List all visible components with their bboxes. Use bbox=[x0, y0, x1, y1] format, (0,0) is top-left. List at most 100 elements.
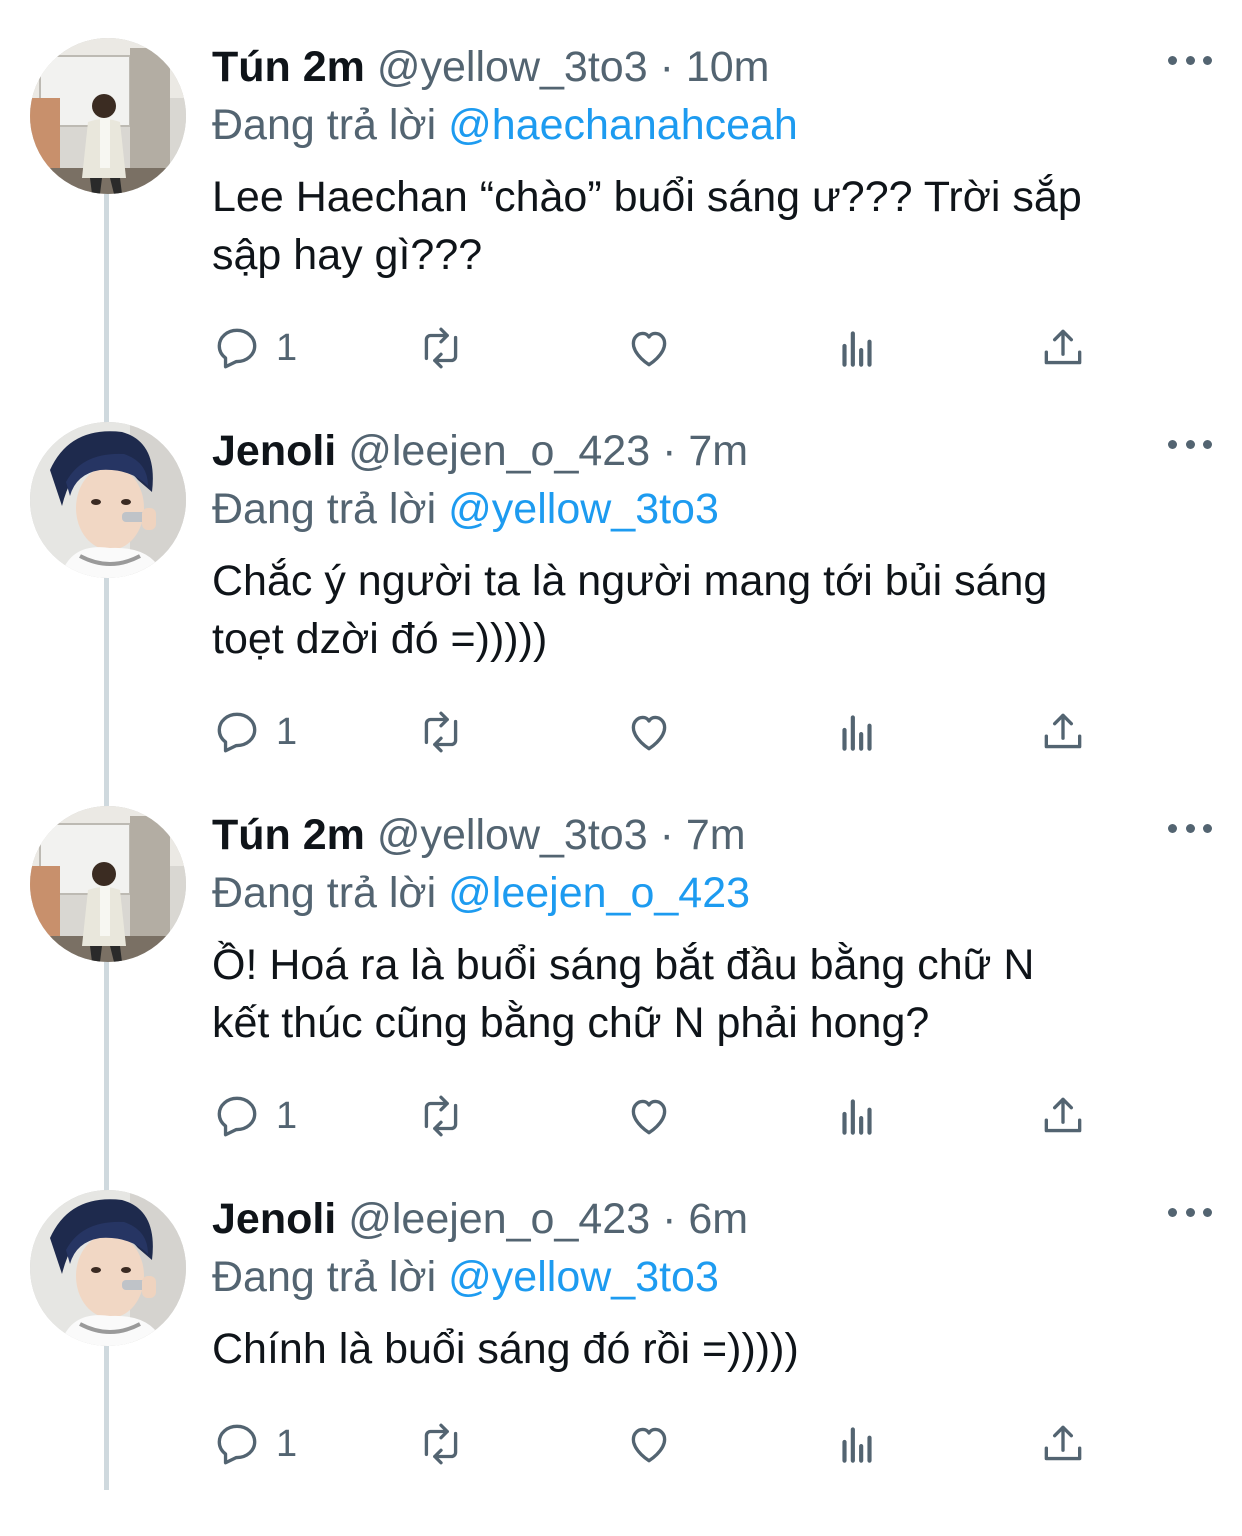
reply-thread: Tún 2m @yellow_3to3 · 10m Đang trả lời @… bbox=[0, 0, 1242, 1490]
share-icon bbox=[1044, 1425, 1082, 1461]
timestamp[interactable]: 7m bbox=[686, 811, 746, 859]
retweet-button[interactable] bbox=[416, 1414, 466, 1474]
mention-link[interactable]: @yellow_3to3 bbox=[448, 485, 719, 533]
mention-link[interactable]: @yellow_3to3 bbox=[448, 1253, 719, 1301]
tweet-header: Jenoli @leejen_o_423 · 6m bbox=[212, 1190, 1212, 1248]
replying-to: Đang trả lời @haechanahceah bbox=[212, 96, 1212, 154]
tweet[interactable]: Tún 2m @yellow_3to3 · 7m Đang trả lời @l… bbox=[0, 768, 1242, 1152]
user-avatar-jenoli bbox=[30, 1190, 186, 1346]
like-button[interactable] bbox=[624, 318, 674, 378]
tweet[interactable]: Jenoli @leejen_o_423 · 6m Đang trả lời @… bbox=[0, 1152, 1242, 1536]
timestamp[interactable]: 7m bbox=[688, 427, 748, 475]
like-icon bbox=[631, 1099, 667, 1135]
share-button[interactable] bbox=[1038, 318, 1088, 378]
display-name[interactable]: Tún 2m bbox=[212, 43, 365, 91]
more-icon bbox=[1168, 55, 1177, 65]
display-name[interactable]: Jenoli bbox=[212, 427, 336, 475]
tweet-content: Tún 2m @yellow_3to3 · 7m Đang trả lời @l… bbox=[212, 806, 1212, 1052]
tweet-content: Tún 2m @yellow_3to3 · 10m Đang trả lời @… bbox=[212, 38, 1212, 284]
avatar[interactable] bbox=[30, 806, 186, 962]
views-button[interactable] bbox=[832, 1414, 882, 1474]
share-button[interactable] bbox=[1038, 1414, 1088, 1474]
views-button[interactable] bbox=[832, 702, 882, 762]
tweet-text: Ồ! Hoá ra là buổi sáng bắt đầu bằng chữ … bbox=[212, 941, 1035, 1047]
tweet-content: Jenoli @leejen_o_423 · 6m Đang trả lời @… bbox=[212, 1190, 1212, 1378]
avatar[interactable] bbox=[30, 1190, 186, 1346]
mention-link[interactable]: @leejen_o_423 bbox=[448, 869, 750, 917]
reply-icon bbox=[217, 712, 257, 753]
user-avatar-yellow bbox=[30, 38, 186, 194]
separator: · bbox=[659, 811, 674, 859]
share-button[interactable] bbox=[1038, 702, 1088, 762]
views-button[interactable] bbox=[832, 318, 882, 378]
tweet-actions: 1 bbox=[212, 318, 1112, 378]
tweet-actions: 1 bbox=[212, 702, 1112, 762]
avatar[interactable] bbox=[30, 38, 186, 194]
reply-count: 1 bbox=[276, 1422, 298, 1465]
reply-button[interactable]: 1 bbox=[212, 318, 297, 378]
retweet-button[interactable] bbox=[416, 1086, 466, 1146]
retweet-button[interactable] bbox=[416, 318, 466, 378]
tweet-header: Tún 2m @yellow_3to3 · 7m bbox=[212, 806, 1212, 864]
retweet-icon bbox=[424, 711, 458, 753]
display-name[interactable]: Jenoli bbox=[212, 1195, 336, 1243]
mention-link[interactable]: @haechanahceah bbox=[448, 101, 798, 149]
tweet-actions: 1 bbox=[212, 1086, 1112, 1146]
replying-to-label: Đang trả lời bbox=[212, 101, 437, 149]
more-options-button[interactable] bbox=[1168, 816, 1212, 840]
share-icon bbox=[1044, 1097, 1082, 1133]
reply-button[interactable]: 1 bbox=[212, 702, 297, 762]
timestamp[interactable]: 6m bbox=[688, 1195, 748, 1243]
user-avatar-jenoli bbox=[30, 422, 186, 578]
separator: · bbox=[659, 43, 674, 91]
views-icon bbox=[842, 715, 872, 751]
views-icon bbox=[842, 1099, 872, 1135]
reply-count: 1 bbox=[276, 710, 298, 753]
reply-icon bbox=[217, 1096, 257, 1137]
user-avatar-yellow bbox=[30, 806, 186, 962]
tweet-header: Tún 2m @yellow_3to3 · 10m bbox=[212, 38, 1212, 96]
replying-to-label: Đang trả lời bbox=[212, 869, 437, 917]
display-name[interactable]: Tún 2m bbox=[212, 811, 365, 859]
reply-count: 1 bbox=[276, 1094, 298, 1137]
views-icon bbox=[842, 331, 872, 367]
retweet-button[interactable] bbox=[416, 702, 466, 762]
like-icon bbox=[631, 715, 667, 751]
tweet-header: Jenoli @leejen_o_423 · 7m bbox=[212, 422, 1212, 480]
share-icon bbox=[1044, 329, 1082, 365]
user-handle[interactable]: @leejen_o_423 bbox=[348, 1195, 650, 1243]
reply-icon bbox=[217, 328, 257, 369]
like-button[interactable] bbox=[624, 1086, 674, 1146]
like-button[interactable] bbox=[624, 702, 674, 762]
reply-button[interactable]: 1 bbox=[212, 1086, 297, 1146]
replying-to-label: Đang trả lời bbox=[212, 485, 437, 533]
more-options-button[interactable] bbox=[1168, 48, 1212, 72]
like-icon bbox=[631, 331, 667, 367]
separator: · bbox=[662, 427, 677, 475]
tweet[interactable]: Jenoli @leejen_o_423 · 7m Đang trả lời @… bbox=[0, 384, 1242, 768]
tweet-actions: 1 bbox=[212, 1414, 1112, 1474]
timestamp[interactable]: 10m bbox=[686, 43, 770, 91]
share-button[interactable] bbox=[1038, 1086, 1088, 1146]
more-options-button[interactable] bbox=[1168, 1200, 1212, 1224]
tweet-text: Chắc ý người ta là người mang tới bủi sá… bbox=[212, 557, 1048, 663]
retweet-icon bbox=[424, 327, 458, 369]
user-handle[interactable]: @leejen_o_423 bbox=[348, 427, 650, 475]
replying-to-label: Đang trả lời bbox=[212, 1253, 437, 1301]
tweet[interactable]: Tún 2m @yellow_3to3 · 10m Đang trả lời @… bbox=[0, 0, 1242, 384]
avatar[interactable] bbox=[30, 422, 186, 578]
views-button[interactable] bbox=[832, 1086, 882, 1146]
tweet-text: Lee Haechan “chào” buổi sáng ư??? Trời s… bbox=[212, 173, 1082, 279]
separator: · bbox=[662, 1195, 677, 1243]
user-handle[interactable]: @yellow_3to3 bbox=[377, 43, 648, 91]
more-options-button[interactable] bbox=[1168, 432, 1212, 456]
tweet-text: Chính là buổi sáng đó rồi =))))) bbox=[212, 1325, 799, 1373]
user-handle[interactable]: @yellow_3to3 bbox=[377, 811, 648, 859]
reply-button[interactable]: 1 bbox=[212, 1414, 297, 1474]
like-button[interactable] bbox=[624, 1414, 674, 1474]
views-icon bbox=[842, 1427, 872, 1463]
retweet-icon bbox=[424, 1423, 458, 1465]
reply-icon bbox=[217, 1424, 257, 1465]
replying-to: Đang trả lời @yellow_3to3 bbox=[212, 1248, 1212, 1306]
retweet-icon bbox=[424, 1095, 458, 1137]
